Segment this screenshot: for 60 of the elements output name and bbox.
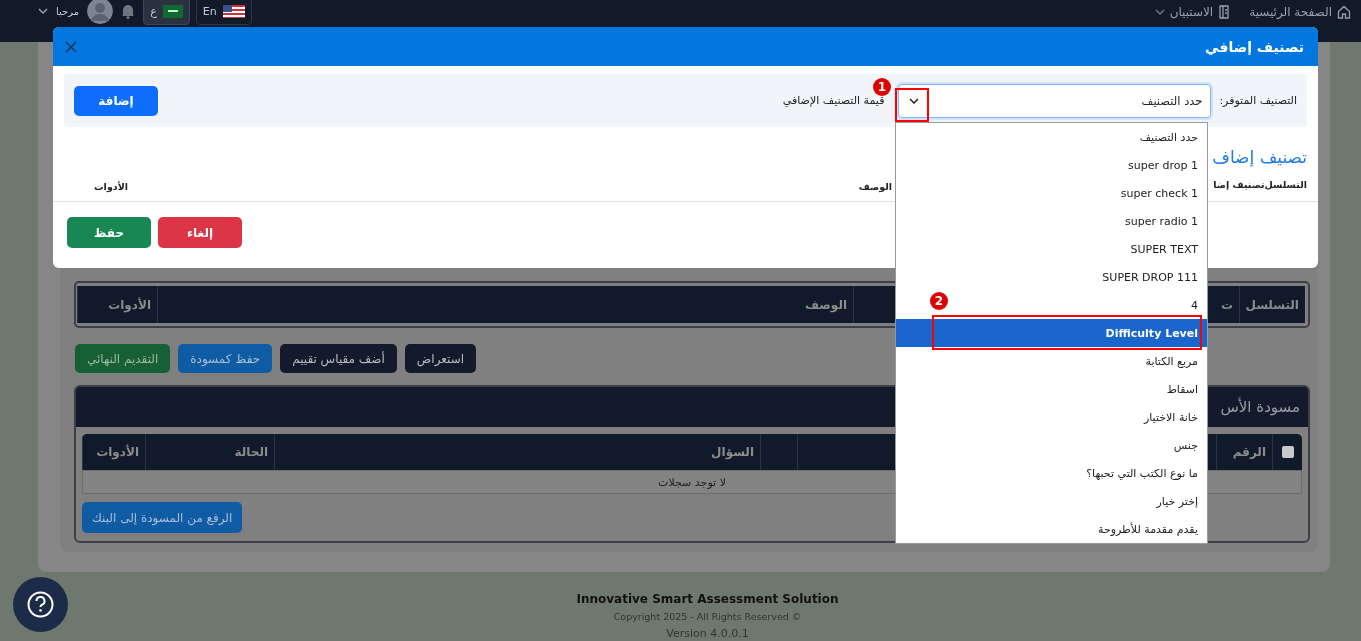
table-header-cell: السؤال: [274, 434, 760, 470]
book-icon: [1218, 5, 1232, 19]
avatar-icon[interactable]: [87, 0, 114, 24]
table-header-cell: الرقم: [1216, 434, 1272, 470]
chevron-icon: [909, 97, 920, 104]
help-icon[interactable]: [13, 577, 68, 632]
action-button[interactable]: حفظ كمسودة: [178, 344, 273, 373]
table-header-cell: الوصف: [157, 286, 853, 323]
home-icon: [1337, 5, 1351, 19]
field-label: قيمة التصنيف الإضافي: [782, 94, 885, 107]
table-header-cell: الأدوات: [82, 434, 145, 470]
upload-button[interactable]: الرفع من المسودة إلى البنك: [82, 502, 243, 533]
action-button[interactable]: استعراض: [404, 344, 477, 373]
language-button[interactable]: ع: [143, 0, 190, 25]
column-header: الأدوات: [94, 180, 128, 192]
user-greeting: مرحبا: [56, 5, 80, 17]
dropdown-option[interactable]: حدد التصنيف: [1139, 130, 1198, 144]
column-header: تصنيف إضا: [1213, 178, 1265, 190]
table-header-cell: الحالة: [145, 434, 274, 470]
dropdown-option[interactable]: super radio 1: [1125, 214, 1198, 228]
action-button[interactable]: أضف مقياس تقييم: [280, 344, 397, 373]
action-button[interactable]: التقديم النهائي: [75, 344, 171, 373]
bell-icon[interactable]: [121, 3, 136, 19]
section-title: تصنيف إضاف: [1212, 147, 1307, 167]
language-button[interactable]: En: [195, 0, 252, 25]
dropdown-option[interactable]: جنس: [1173, 438, 1198, 452]
version-text: Version 4.0.0.1: [666, 627, 749, 640]
dropdown-option[interactable]: Difficulty Level: [1105, 326, 1198, 340]
dropdown-option[interactable]: 4: [1191, 298, 1198, 312]
dropdown-option[interactable]: إختر خيار: [1156, 494, 1198, 508]
close-icon[interactable]: [65, 40, 77, 53]
nav-link[interactable]: الاستبيان: [1154, 5, 1232, 19]
table-header-cell: التسلسل: [1239, 286, 1305, 323]
column-header: التسلسل: [1264, 178, 1307, 190]
flag-icon: [162, 4, 183, 18]
add-button[interactable]: إضافة: [74, 85, 158, 116]
caret-icon: [38, 8, 48, 14]
caret-icon: [1154, 9, 1165, 15]
dropdown-option[interactable]: super check 1: [1120, 186, 1198, 200]
dropdown-option[interactable]: SUPER TEXT: [1130, 242, 1198, 256]
flag-icon: [222, 4, 245, 18]
dropdown-option[interactable]: super drop 1: [1128, 158, 1198, 172]
dropdown-option[interactable]: خانة الاختيار: [1143, 410, 1198, 424]
table-header-cell: الأدوات: [77, 286, 157, 323]
save-button[interactable]: حفظ: [67, 217, 151, 248]
section-title: مسودة الأس: [1220, 398, 1300, 416]
field-label: التصنيف المتوفر:: [1219, 94, 1297, 107]
footer-title: Innovative Smart Assessment Solution: [576, 592, 839, 606]
nav-link[interactable]: الصفحة الرئيسية: [1249, 5, 1351, 19]
dropdown-option[interactable]: SUPER DROP 111: [1102, 270, 1198, 284]
dropdown-option[interactable]: مربع الكتابة: [1145, 354, 1198, 368]
dropdown-option[interactable]: اسقاط: [1166, 382, 1198, 396]
cancel-button[interactable]: إلغاء: [158, 217, 242, 248]
highlight-box: [895, 88, 929, 122]
copyright-text: Copyright 2025 - All Rights Reserved ©: [613, 611, 802, 622]
select-field[interactable]: حدد التصنيف: [898, 83, 1212, 118]
dropdown-option[interactable]: يقدم مقدمة للأطروحة: [1098, 522, 1198, 536]
select-all-checkbox[interactable]: [1281, 446, 1294, 458]
modal-title: تصنيف إضافي: [1205, 38, 1304, 55]
column-header: الوصف: [858, 180, 892, 192]
